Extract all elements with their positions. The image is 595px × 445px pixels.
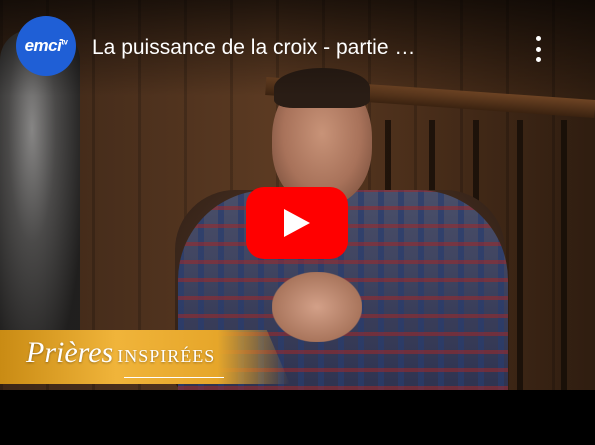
lower-third-caps: INSPIRÉES <box>117 346 216 366</box>
youtube-play-icon <box>284 209 310 237</box>
lower-third-script: Prières <box>26 336 114 369</box>
video-player[interactable]: emcitv La puissance de la croix - partie… <box>0 0 595 445</box>
title-bar: emcitv La puissance de la croix - partie… <box>0 0 595 96</box>
video-title[interactable]: La puissance de la croix - partie … <box>92 36 502 60</box>
lower-third-title: Prières INSPIRÉES <box>26 336 215 370</box>
vertical-ellipsis-icon[interactable] <box>524 32 552 66</box>
letterbox-bottom <box>0 390 595 445</box>
play-button[interactable] <box>246 187 348 259</box>
channel-logo: emcitv <box>24 36 68 55</box>
lower-third-divider <box>124 377 224 378</box>
channel-avatar[interactable]: emcitv <box>16 16 76 76</box>
speaker-hands <box>272 272 362 342</box>
